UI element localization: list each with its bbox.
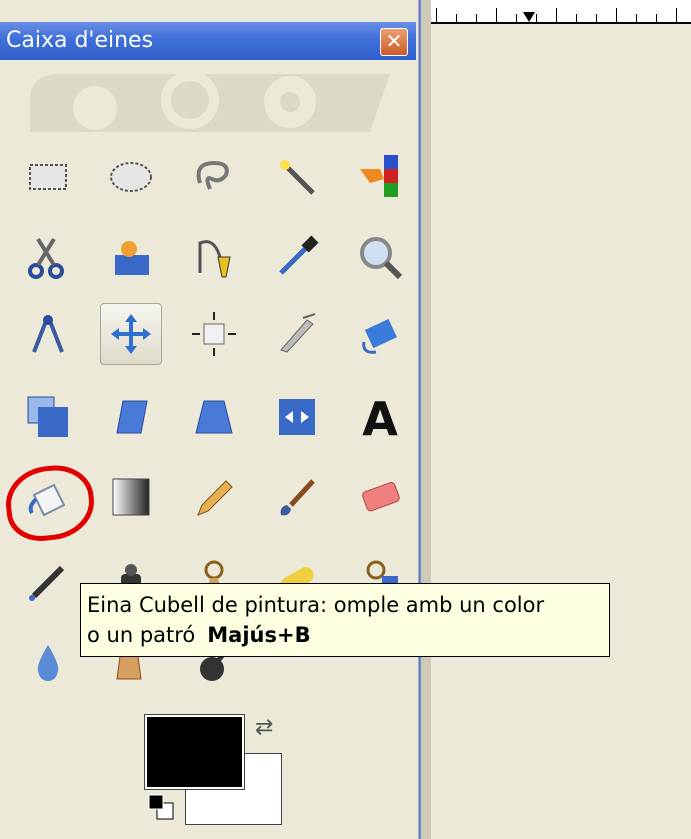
- paintbrush-icon: [280, 479, 315, 516]
- tool-button[interactable]: [349, 226, 411, 288]
- foreground-color-swatch[interactable]: [145, 715, 244, 789]
- scale-icon: [27, 396, 68, 437]
- eraser-icon: [362, 482, 400, 512]
- blend-icon: [112, 478, 150, 516]
- color-picker-icon: [279, 235, 319, 275]
- tool-button[interactable]: [266, 386, 328, 448]
- tool-tooltip: Eina Cubell de pintura: omple amb un col…: [80, 583, 610, 657]
- tool-button[interactable]: [183, 226, 245, 288]
- tool-button[interactable]: [349, 303, 411, 365]
- tool-button[interactable]: [183, 146, 245, 208]
- image-canvas-area[interactable]: [428, 0, 691, 839]
- tool-button[interactable]: [266, 466, 328, 528]
- perspective-icon: [195, 400, 233, 434]
- swap-colors-icon[interactable]: ⇄: [255, 715, 273, 740]
- align-icon: [192, 312, 236, 356]
- tool-button[interactable]: [349, 146, 411, 208]
- title-bar[interactable]: Caixa d'eines ✕: [0, 22, 416, 60]
- wilber-logo-icon: [30, 71, 390, 132]
- rotate-icon: [362, 319, 397, 354]
- ruler-tick: [656, 14, 657, 22]
- tool-button[interactable]: [183, 466, 245, 528]
- tool-button[interactable]: [17, 226, 79, 288]
- tool-button[interactable]: [17, 632, 79, 694]
- move-icon: [111, 314, 151, 354]
- ruler-tick: [636, 14, 637, 22]
- blur-icon: [37, 645, 59, 681]
- rect-select-icon: [29, 164, 67, 190]
- ruler-tick: [576, 14, 577, 22]
- foreground-select-icon: [115, 241, 149, 275]
- free-select-icon: [196, 160, 229, 190]
- close-button[interactable]: ✕: [380, 28, 408, 56]
- ruler-pointer-marker: [523, 12, 535, 22]
- reset-colors-icon[interactable]: [147, 793, 175, 821]
- tool-button[interactable]: A: [349, 386, 411, 448]
- tool-button[interactable]: [100, 226, 162, 288]
- color-select-icon: [360, 155, 398, 197]
- horizontal-ruler[interactable]: [428, 0, 691, 24]
- tool-button[interactable]: [17, 146, 79, 208]
- ruler-tick: [456, 14, 457, 22]
- tool-button[interactable]: [266, 303, 328, 365]
- tool-button[interactable]: [100, 146, 162, 208]
- window-separator: [418, 0, 431, 839]
- fuzzy-select-icon: [280, 160, 315, 195]
- crop-icon: [280, 313, 316, 353]
- tool-button[interactable]: [266, 226, 328, 288]
- tooltip-line-1: Eina Cubell de pintura: omple amb un col…: [87, 593, 545, 617]
- ellipse-select-icon: [110, 162, 152, 192]
- tool-button[interactable]: [100, 303, 162, 365]
- scissors-select-icon: [28, 237, 64, 279]
- zoom-icon: [360, 237, 403, 280]
- ruler-tick: [556, 8, 557, 22]
- color-swatches: ⇄: [145, 715, 285, 825]
- ruler-tick: [536, 14, 537, 22]
- window-title: Caixa d'eines: [6, 28, 154, 53]
- ruler-tick: [616, 8, 617, 22]
- tool-button[interactable]: [17, 386, 79, 448]
- tool-button[interactable]: [100, 466, 162, 528]
- ruler-tick: [496, 8, 497, 22]
- ruler-tick: [476, 14, 477, 22]
- tool-button[interactable]: [183, 303, 245, 365]
- tooltip-line-2: o un patró: [87, 623, 196, 647]
- measure-icon: [32, 315, 64, 353]
- toolbox-window: Caixa d'eines ✕ A ⇄: [0, 0, 419, 839]
- pencil-icon: [197, 480, 233, 516]
- tool-button[interactable]: [100, 386, 162, 448]
- tool-button[interactable]: [183, 386, 245, 448]
- svg-text:A: A: [362, 393, 398, 441]
- ruler-tick: [516, 14, 517, 22]
- tooltip-shortcut: Majús+B: [207, 623, 311, 647]
- paths-icon: [198, 240, 231, 278]
- text-icon: A: [362, 393, 398, 441]
- tool-button[interactable]: [266, 146, 328, 208]
- ruler-tick: [436, 8, 437, 22]
- shear-icon: [116, 400, 148, 434]
- tool-button[interactable]: [17, 549, 79, 611]
- flip-icon: [279, 399, 315, 435]
- ruler-tick: [596, 14, 597, 22]
- tool-button[interactable]: [17, 303, 79, 365]
- tool-button[interactable]: [349, 466, 411, 528]
- airbrush-icon: [29, 565, 65, 601]
- ruler-tick: [676, 8, 677, 22]
